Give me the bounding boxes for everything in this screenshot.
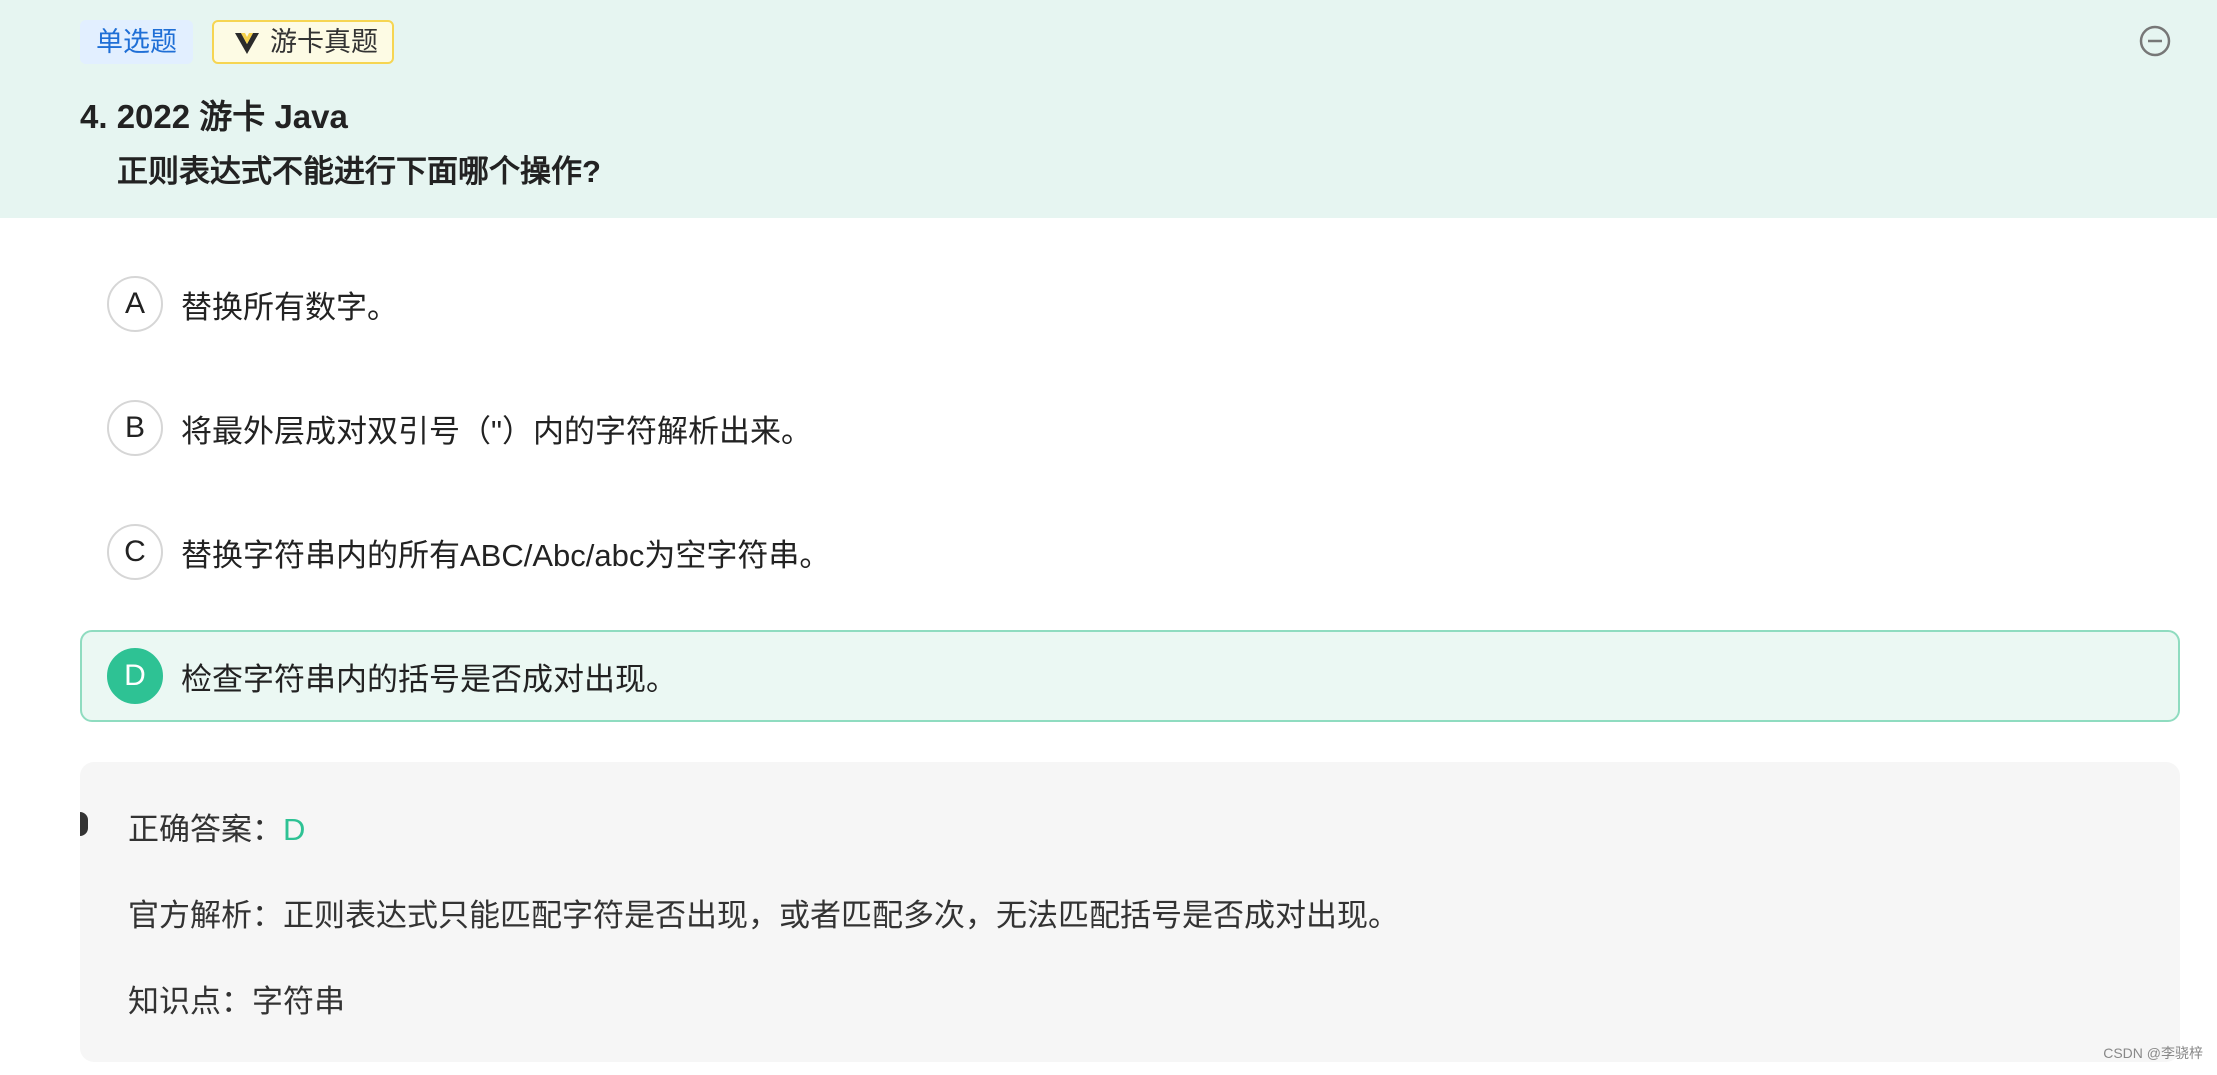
question-type-tag: 单选题: [80, 20, 193, 64]
option-letter: D: [107, 648, 163, 704]
option-text: 替换字符串内的所有ABC/Abc/abc为空字符串。: [181, 537, 831, 573]
minus-circle-icon[interactable]: [2138, 24, 2172, 58]
option-text: 替换所有数字。: [181, 289, 398, 325]
knowledge-point: 知识点：字符串: [128, 984, 345, 1019]
correct-answer-value: D: [283, 812, 306, 847]
question-header: 单选题 游卡真题 4. 2022 游卡 Java 正则表达式不能进行下面哪个操作…: [0, 0, 2217, 218]
question-title: 4. 2022 游卡 Java: [80, 98, 348, 135]
option-b[interactable]: B 将最外层成对双引号（"）内的字符解析出来。: [80, 382, 2180, 474]
v-badge-icon: [235, 33, 259, 54]
correct-answer-line: 正确答案：D: [128, 804, 305, 849]
watermark: CSDN @李骁梓: [2103, 1045, 2203, 1061]
source-tag-label: 游卡真题: [270, 27, 378, 57]
option-text: 检查字符串内的括号是否成对出现。: [181, 661, 677, 697]
option-letter: C: [107, 524, 163, 580]
option-d[interactable]: D 检查字符串内的括号是否成对出现。: [80, 630, 2180, 722]
source-tag: 游卡真题: [212, 20, 394, 64]
option-letter: A: [107, 276, 163, 332]
answer-marker: [80, 812, 88, 836]
official-analysis: 官方解析：正则表达式只能匹配字符是否出现，或者匹配多次，无法匹配括号是否成对出现…: [128, 898, 1399, 933]
option-letter: B: [107, 400, 163, 456]
option-c[interactable]: C 替换字符串内的所有ABC/Abc/abc为空字符串。: [80, 506, 2180, 598]
correct-answer-label: 正确答案：: [128, 812, 283, 847]
option-text: 将最外层成对双引号（"）内的字符解析出来。: [181, 413, 813, 449]
question-text: 正则表达式不能进行下面哪个操作?: [117, 154, 601, 189]
answer-panel: 正确答案：D 官方解析：正则表达式只能匹配字符是否出现，或者匹配多次，无法匹配括…: [80, 762, 2180, 1062]
option-a[interactable]: A 替换所有数字。: [80, 258, 2180, 350]
